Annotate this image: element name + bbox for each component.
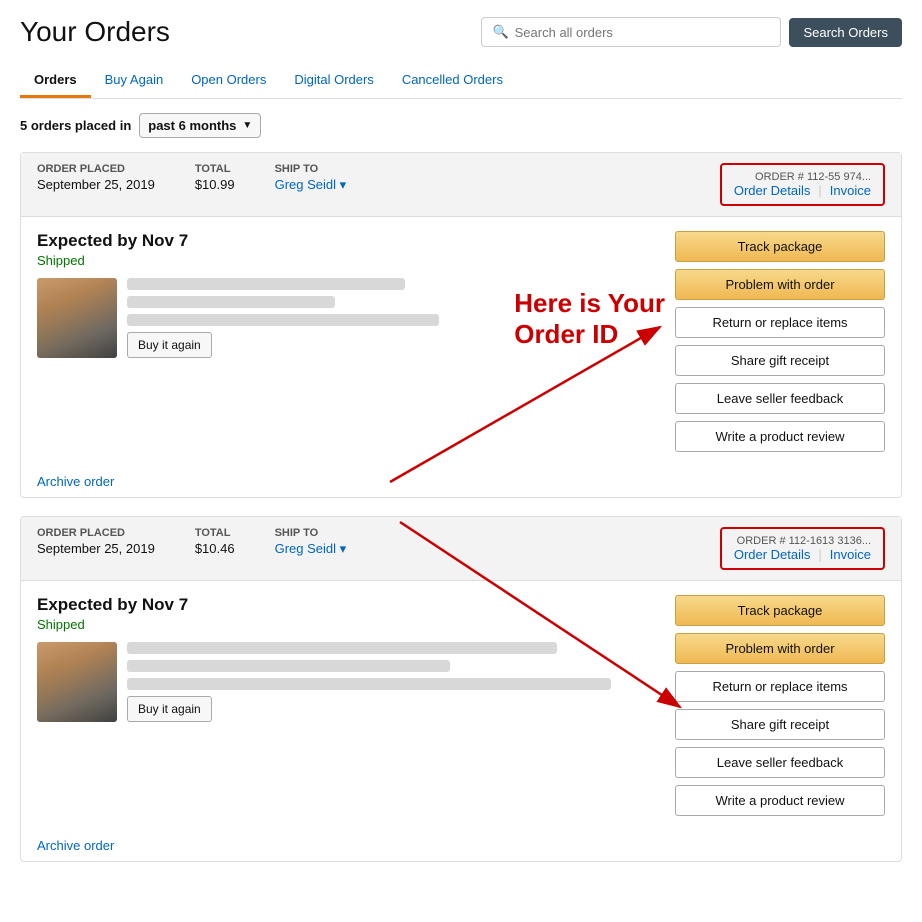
- order-ship-link[interactable]: Greg Seidl ▾: [275, 177, 347, 193]
- order-block-1: ORDER PLACED September 25, 2019 TOTAL $1…: [20, 152, 902, 498]
- order-placed-col-2: ORDER PLACED September 25, 2019: [37, 527, 155, 556]
- page-title: Your Orders: [20, 16, 170, 48]
- tab-orders[interactable]: Orders: [20, 64, 91, 98]
- product-info-1: Buy it again: [127, 278, 474, 358]
- return-replace-button-2[interactable]: Return or replace items: [675, 671, 885, 702]
- shipped-status-2: Shipped: [37, 617, 665, 632]
- tab-open-orders[interactable]: Open Orders: [177, 64, 280, 98]
- order-ship-label-2: SHIP TO: [275, 527, 347, 539]
- order-block-2: ORDER PLACED September 25, 2019 TOTAL $1…: [20, 516, 902, 862]
- order-total-col: TOTAL $10.99: [195, 163, 235, 192]
- leave-seller-feedback-button-2[interactable]: Leave seller feedback: [675, 747, 885, 778]
- order-total-value-2: $10.46: [195, 541, 235, 556]
- order-ship-col-2: SHIP TO Greg Seidl ▾: [275, 527, 347, 557]
- order-total-label-2: TOTAL: [195, 527, 235, 539]
- product-info-2: Buy it again: [127, 642, 665, 722]
- expected-label-1: Expected by Nov 7: [37, 231, 665, 251]
- order-left-1: Expected by Nov 7 Shipped Buy it again H…: [37, 231, 665, 452]
- order-header-2: ORDER PLACED September 25, 2019 TOTAL $1…: [21, 517, 901, 581]
- shipped-status-1: Shipped: [37, 253, 665, 268]
- order-actions-1: Track package Problem with order Return …: [675, 231, 885, 452]
- tabs-nav: Orders Buy Again Open Orders Digital Ord…: [20, 64, 902, 99]
- search-input[interactable]: [515, 25, 771, 40]
- order-details-link-1[interactable]: Order Details: [734, 183, 811, 198]
- buy-again-button-1[interactable]: Buy it again: [127, 332, 212, 358]
- product-image-1: [37, 278, 117, 358]
- search-area: 🔍 Search Orders: [481, 17, 902, 47]
- order-id-links-1: Order Details | Invoice: [734, 183, 871, 198]
- search-icon: 🔍: [492, 24, 508, 40]
- product-title-bar-3: [127, 314, 439, 326]
- search-orders-button[interactable]: Search Orders: [789, 18, 902, 47]
- product-title-bar-1: [127, 278, 405, 290]
- archive-order-link-2[interactable]: Archive order: [37, 838, 114, 853]
- tab-digital-orders[interactable]: Digital Orders: [280, 64, 387, 98]
- chevron-down-icon: ▼: [242, 120, 252, 131]
- order-left-2: Expected by Nov 7 Shipped Buy it again: [37, 595, 665, 816]
- archive-order-link-1[interactable]: Archive order: [37, 474, 114, 489]
- archive-row-1: Archive order: [21, 466, 901, 497]
- order-placed-date: September 25, 2019: [37, 177, 155, 192]
- order-placed-col: ORDER PLACED September 25, 2019: [37, 163, 155, 192]
- archive-row-2: Archive order: [21, 830, 901, 861]
- order-id-label-1: ORDER # 112-55 974...: [734, 171, 871, 183]
- order-total-value: $10.99: [195, 177, 235, 192]
- order-header-1: ORDER PLACED September 25, 2019 TOTAL $1…: [21, 153, 901, 217]
- buy-again-button-2[interactable]: Buy it again: [127, 696, 212, 722]
- product-title-bar-6: [127, 678, 611, 690]
- problem-with-order-button-2[interactable]: Problem with order: [675, 633, 885, 664]
- orders-count-label: 5 orders placed in: [20, 118, 131, 133]
- order-id-box-2: ORDER # 112-1613 3136... Order Details |…: [720, 527, 885, 570]
- order-actions-2: Track package Problem with order Return …: [675, 595, 885, 816]
- order-id-box-1: ORDER # 112-55 974... Order Details | In…: [720, 163, 885, 206]
- product-title-bar-4: [127, 642, 557, 654]
- page-header: Your Orders 🔍 Search Orders: [20, 16, 902, 48]
- annotation-text-1: Here is Your Order ID: [514, 288, 665, 350]
- expected-label-2: Expected by Nov 7: [37, 595, 665, 615]
- share-gift-receipt-button-1[interactable]: Share gift receipt: [675, 345, 885, 376]
- order-id-links-2: Order Details | Invoice: [734, 547, 871, 562]
- order-body-1: Expected by Nov 7 Shipped Buy it again H…: [21, 217, 901, 466]
- filter-row: 5 orders placed in past 6 months ▼: [20, 113, 902, 138]
- search-box: 🔍: [481, 17, 781, 47]
- tab-buy-again[interactable]: Buy Again: [91, 64, 178, 98]
- product-row-2: Buy it again: [37, 642, 665, 722]
- invoice-link-2[interactable]: Invoice: [830, 547, 871, 562]
- order-ship-col: SHIP TO Greg Seidl ▾: [275, 163, 347, 193]
- product-title-bar-5: [127, 660, 450, 672]
- product-image-2: [37, 642, 117, 722]
- time-filter-dropdown[interactable]: past 6 months ▼: [139, 113, 261, 138]
- write-product-review-button-2[interactable]: Write a product review: [675, 785, 885, 816]
- product-row-1: Buy it again Here is Your Order ID: [37, 278, 665, 358]
- orders-container: ORDER PLACED September 25, 2019 TOTAL $1…: [20, 152, 902, 862]
- order-ship-link-2[interactable]: Greg Seidl ▾: [275, 541, 347, 557]
- order-placed-label-2: ORDER PLACED: [37, 527, 155, 539]
- product-title-bar-2: [127, 296, 335, 308]
- invoice-link-1[interactable]: Invoice: [830, 183, 871, 198]
- pipe-divider-2: |: [818, 547, 821, 562]
- filter-selected-value: past 6 months: [148, 118, 236, 133]
- order-total-label: TOTAL: [195, 163, 235, 175]
- order-details-link-2[interactable]: Order Details: [734, 547, 811, 562]
- track-package-button-2[interactable]: Track package: [675, 595, 885, 626]
- track-package-button-1[interactable]: Track package: [675, 231, 885, 262]
- leave-seller-feedback-button-1[interactable]: Leave seller feedback: [675, 383, 885, 414]
- order-total-col-2: TOTAL $10.46: [195, 527, 235, 556]
- pipe-divider: |: [818, 183, 821, 198]
- order-placed-date-2: September 25, 2019: [37, 541, 155, 556]
- order-placed-label: ORDER PLACED: [37, 163, 155, 175]
- share-gift-receipt-button-2[interactable]: Share gift receipt: [675, 709, 885, 740]
- write-product-review-button-1[interactable]: Write a product review: [675, 421, 885, 452]
- order-body-2: Expected by Nov 7 Shipped Buy it again: [21, 581, 901, 830]
- problem-with-order-button-1[interactable]: Problem with order: [675, 269, 885, 300]
- order-id-label-2: ORDER # 112-1613 3136...: [734, 535, 871, 547]
- return-replace-button-1[interactable]: Return or replace items: [675, 307, 885, 338]
- tab-cancelled-orders[interactable]: Cancelled Orders: [388, 64, 517, 98]
- order-ship-label: SHIP TO: [275, 163, 347, 175]
